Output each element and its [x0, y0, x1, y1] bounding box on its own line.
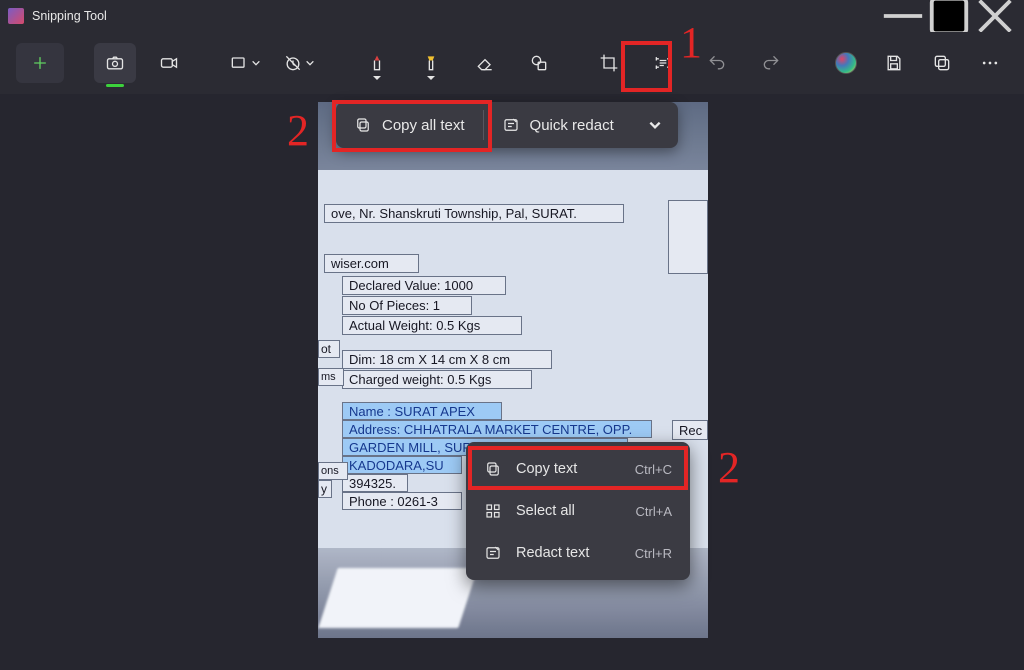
shapes-tool-button[interactable]: [518, 43, 560, 83]
receipt-text: ot: [318, 340, 340, 358]
canvas-area: ove, Nr. Shanskruti Township, Pal, SURAT…: [0, 94, 1024, 670]
receipt-text: Rec: [672, 420, 708, 440]
minimize-button[interactable]: [880, 0, 926, 32]
toolbar: [0, 32, 1024, 94]
receipt-text: No Of Pieces: 1: [342, 296, 472, 315]
palette-icon: [835, 52, 857, 74]
save-button[interactable]: [876, 43, 912, 83]
quick-redact-button[interactable]: Quick redact: [484, 102, 632, 148]
context-select-all-label: Select all: [516, 503, 575, 519]
context-copy-text[interactable]: Copy text Ctrl+C: [472, 448, 684, 490]
context-redact-shortcut: Ctrl+R: [635, 546, 672, 561]
receipt-text: Address: CHHATRALA MARKET CENTRE, OPP.: [342, 420, 652, 438]
snip-shape-button[interactable]: [224, 43, 266, 83]
titlebar: Snipping Tool: [0, 0, 1024, 32]
delay-button[interactable]: [278, 43, 320, 83]
close-button[interactable]: [972, 0, 1018, 32]
quick-redact-dropdown[interactable]: [632, 102, 678, 148]
pen-tool-button[interactable]: [356, 43, 398, 83]
context-select-all-shortcut: Ctrl+A: [636, 504, 672, 519]
receipt-text: Actual Weight: 0.5 Kgs: [342, 316, 522, 335]
text-actions-button[interactable]: [642, 43, 684, 83]
context-menu: Copy text Ctrl+C Select all Ctrl+A Redac…: [466, 442, 690, 580]
copy-icon: [354, 116, 372, 134]
undo-button[interactable]: [696, 43, 738, 83]
chevron-down-icon: [648, 118, 662, 132]
receipt-text: 394325.: [342, 474, 408, 492]
text-action-bar: Copy all text Quick redact: [336, 102, 678, 148]
context-copy-text-label: Copy text: [516, 461, 577, 477]
new-snip-button[interactable]: [16, 43, 64, 83]
context-redact-label: Redact text: [516, 545, 589, 561]
more-button[interactable]: [972, 43, 1008, 83]
highlighter-tool-button[interactable]: [410, 43, 452, 83]
receipt-text: ms: [318, 368, 344, 386]
redact-icon: [484, 544, 502, 562]
eraser-tool-button[interactable]: [464, 43, 506, 83]
window-title: Snipping Tool: [32, 9, 107, 23]
receipt-text: KADODARA,SU: [342, 456, 462, 474]
record-mode-button[interactable]: [148, 43, 190, 83]
copy-all-text-label: Copy all text: [382, 117, 465, 134]
copy-all-text-button[interactable]: Copy all text: [336, 102, 483, 148]
context-redact-text[interactable]: Redact text Ctrl+R: [472, 532, 684, 574]
context-copy-text-shortcut: Ctrl+C: [635, 462, 672, 477]
app-icon: [8, 8, 24, 24]
copy-button[interactable]: [924, 43, 960, 83]
quick-redact-label: Quick redact: [530, 117, 614, 134]
redact-icon: [502, 116, 520, 134]
receipt-text: ons: [318, 462, 348, 480]
edit-in-paint-button[interactable]: [828, 43, 864, 83]
context-select-all[interactable]: Select all Ctrl+A: [472, 490, 684, 532]
maximize-button[interactable]: [926, 0, 972, 32]
select-all-icon: [484, 502, 502, 520]
snip-mode-camera-button[interactable]: [94, 43, 136, 83]
receipt-text: [668, 200, 708, 274]
copy-icon: [484, 460, 502, 478]
receipt-text: ove, Nr. Shanskruti Township, Pal, SURAT…: [324, 204, 624, 223]
receipt-text: Phone : 0261-3: [342, 492, 462, 510]
receipt-text: wiser.com: [324, 254, 419, 273]
receipt-text: y: [318, 480, 332, 498]
receipt-text: Dim: 18 cm X 14 cm X 8 cm: [342, 350, 552, 369]
receipt-text: Charged weight: 0.5 Kgs: [342, 370, 532, 389]
redo-button[interactable]: [750, 43, 792, 83]
receipt-text: Name : SURAT APEX: [342, 402, 502, 420]
receipt-text: Declared Value: 1000: [342, 276, 506, 295]
crop-button[interactable]: [588, 43, 630, 83]
